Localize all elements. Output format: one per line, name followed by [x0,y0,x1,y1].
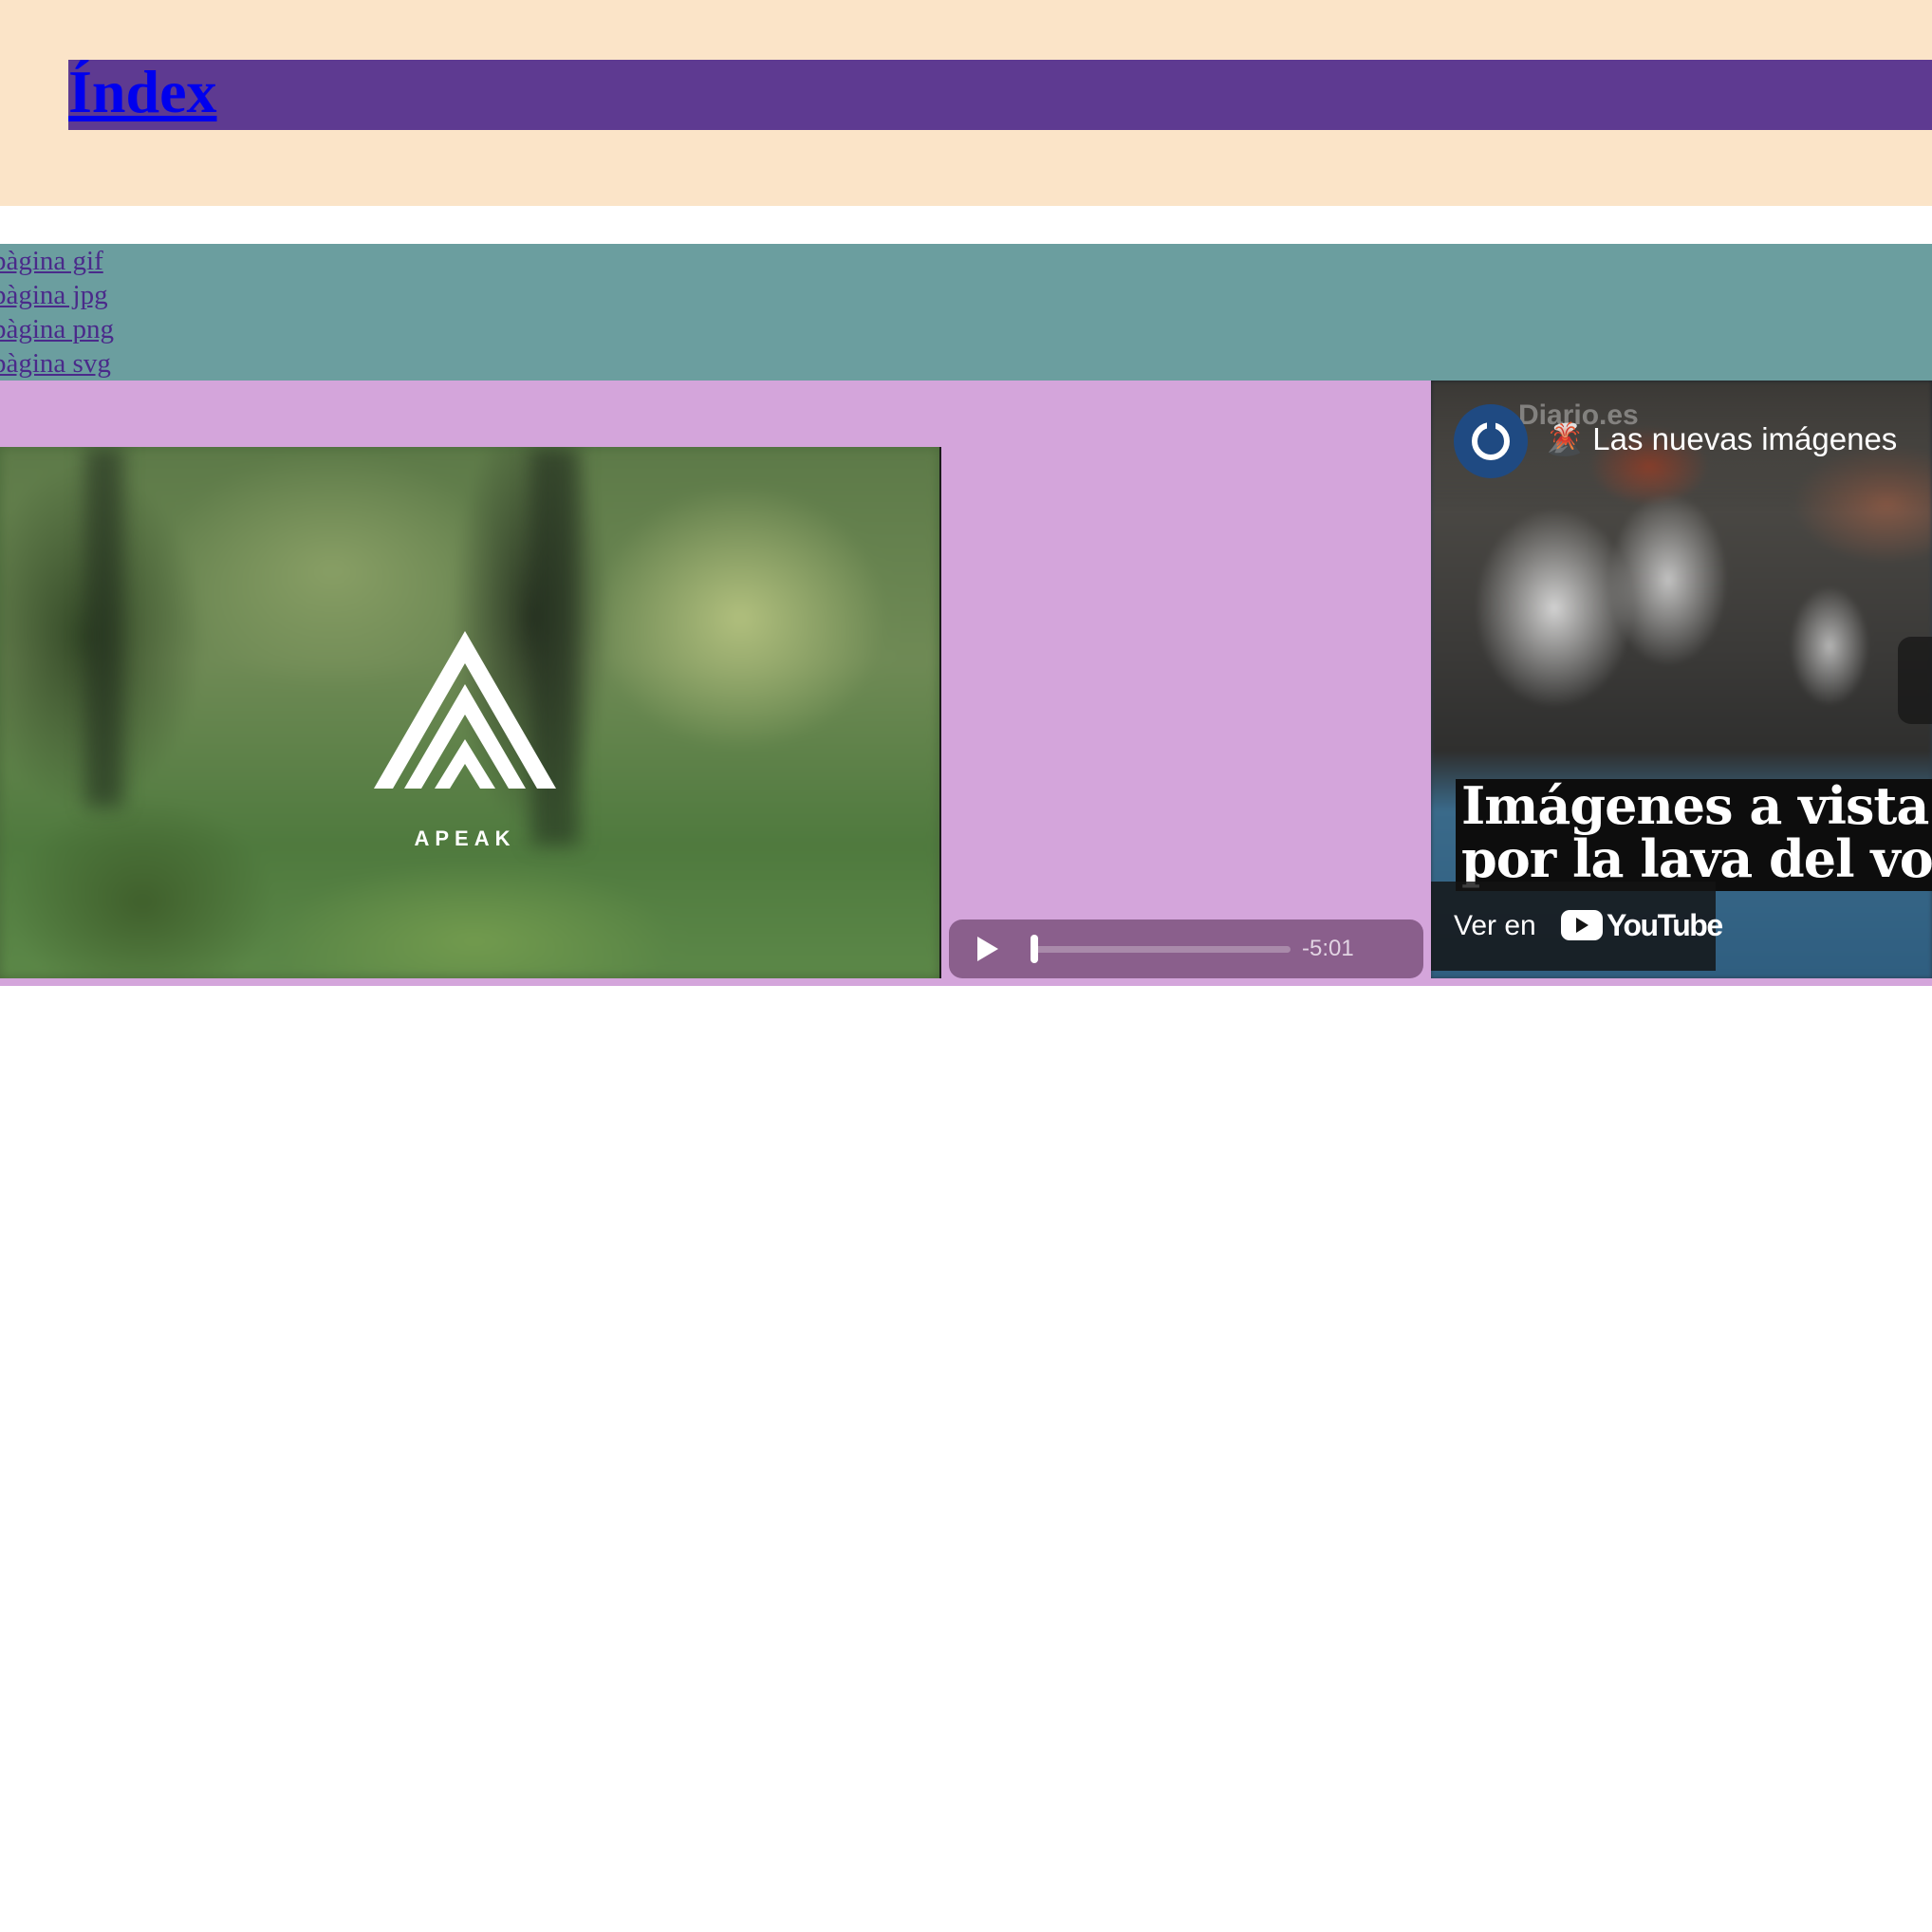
channel-logo-icon[interactable] [1454,404,1528,478]
play-icon[interactable] [977,937,998,961]
thumbnail-headline: Imágenes a vista de por la lava del volc… [1456,779,1932,891]
headline-line-2: por la lava del volcán [1461,828,1932,889]
video-player[interactable]: APEAK [0,447,939,978]
mountain-logo-icon [374,631,556,789]
nav-link-gif[interactable]: pàgina gif [0,244,103,278]
audio-progress-thumb[interactable] [1031,935,1038,963]
nav-link-svg[interactable]: pàgina svg [0,346,111,381]
nav-link-jpg[interactable]: pàgina jpg [0,278,108,312]
channel-logo-notch [1487,418,1495,435]
youtube-play-icon [1561,910,1603,940]
watch-on-youtube-button[interactable]: Ver en YouTube [1431,882,1723,971]
video-edge [939,447,941,978]
video-logo-text: APEAK [414,827,516,850]
headline-line-1: Imágenes a vista de [1461,775,1932,836]
audio-player: -5:01 [949,920,1423,978]
nav-link-png[interactable]: pàgina png [0,312,114,346]
title-bar [68,60,1932,130]
page-header: Índex [0,0,1932,206]
watch-on-label: Ver en [1454,910,1536,941]
audio-progress-track[interactable] [1032,946,1291,953]
index-title-link[interactable]: Índex [68,53,217,131]
youtube-wordmark: YouTube [1607,908,1723,942]
tree-trunk [85,447,123,808]
youtube-side-button[interactable] [1898,637,1932,724]
youtube-embed[interactable]: Diario.es 🌋 Las nuevas imágenes Imágenes… [1431,381,1932,978]
audio-time-remaining: -5:01 [1302,936,1354,961]
youtube-video-title[interactable]: 🌋 Las nuevas imágenes [1545,420,1897,458]
page-nav: pàgina gif pàgina jpg pàgina png pàgina … [0,244,1932,381]
